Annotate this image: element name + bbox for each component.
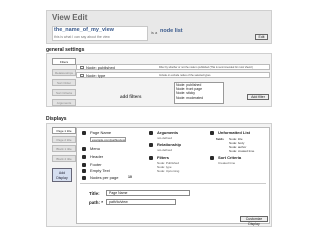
general-settings-panel (46, 53, 272, 107)
filter-hint: Include or exclude nodes of the selected… (159, 74, 212, 77)
tab-filters[interactable]: Filters (52, 58, 76, 65)
title-input[interactable]: Page Name (106, 190, 190, 196)
header-label: Header (90, 154, 104, 159)
divider (80, 183, 266, 184)
view-description: this is what I can say about the view (54, 35, 110, 39)
filter-hint: Filter by whether or not the node is pub… (159, 66, 253, 69)
page-title: View Edit (52, 13, 88, 22)
sort-title: Sort Criteria (218, 155, 242, 160)
footer-item[interactable]: Footer (82, 162, 102, 167)
filter-label: Node: published (86, 65, 115, 70)
relationship-icon (149, 142, 153, 147)
tab-block-2[interactable]: Block 2 title (52, 155, 76, 162)
edit-button[interactable]: Edit (255, 34, 268, 40)
relationship-value: not-defined (157, 148, 173, 152)
sort-icon (210, 155, 214, 160)
filter-row[interactable]: Node: published Filter by whether or not… (76, 64, 270, 70)
unformatted-title: Unformatted List (218, 130, 250, 135)
argument-icon (149, 130, 153, 135)
filter-icon (149, 155, 153, 160)
view-type[interactable]: node list (160, 28, 183, 34)
unformatted-list-header[interactable]: Unformatted List (210, 130, 250, 135)
path-input[interactable]: path/to/view (106, 199, 176, 205)
list-icon (82, 175, 86, 180)
page-name-item[interactable]: Page Name (82, 130, 111, 135)
title-label: Title: (89, 191, 100, 196)
nodes-per-page-label: Nodes per page (90, 175, 119, 180)
filters-header[interactable]: Filters (149, 155, 169, 160)
add-filter-button[interactable]: Add filter (247, 94, 269, 100)
nodes-per-page-item[interactable]: Nodes per page (82, 175, 118, 180)
customize-display-button[interactable]: Customize Display (240, 216, 268, 226)
add-filters-label: add filters (120, 94, 142, 99)
empty-text-item[interactable]: Empty Text (82, 168, 110, 173)
checkbox-icon[interactable] (80, 73, 84, 78)
filters-title: Filters (157, 155, 170, 160)
page-url[interactable]: example.com/pathtoview (90, 137, 126, 142)
arguments-value: not-defined (157, 136, 173, 140)
relationship-header[interactable]: Relationship (149, 142, 181, 147)
filter-select-list[interactable]: Node: published Node: front page Node: s… (174, 82, 224, 104)
tab-page-2[interactable]: Page 2 title (52, 136, 76, 143)
footer-icon (82, 162, 86, 167)
arguments-header[interactable]: Arguments (149, 130, 178, 135)
header-icon (82, 154, 86, 159)
relationship-title: Relationship (157, 142, 182, 147)
tab-page-1[interactable]: Page 1 title (52, 127, 76, 134)
arguments-title: Arguments (157, 130, 179, 135)
page-name: Page Name (90, 130, 112, 135)
page-icon (82, 130, 86, 135)
checkbox-icon[interactable] (80, 65, 84, 70)
field-value: Node: created time (229, 149, 255, 153)
view-edit-page: View Edit the_name_of_my_view this is wh… (0, 0, 320, 240)
view-name[interactable]: the_name_of_my_view (54, 27, 114, 33)
sort-value: Created time (218, 161, 236, 165)
menu-label: Menu (90, 146, 101, 151)
menu-item[interactable]: Menu (82, 146, 100, 151)
tab-sort-criteria[interactable]: Sort Criteria (52, 89, 76, 96)
empty-text-label: Empty Text (90, 168, 110, 173)
add-display-button[interactable]: Add Display (52, 168, 72, 182)
list-icon (210, 130, 214, 135)
displays-label: Displays (46, 116, 67, 122)
menu-icon (82, 146, 86, 151)
filter-value: Node: Upcoming (157, 169, 180, 173)
footer-label: Footer (90, 162, 102, 167)
tab-relationships[interactable]: Relationships (52, 69, 76, 76)
nodes-per-page-value[interactable]: 10 (128, 175, 132, 179)
tab-arguments[interactable]: Arguments (52, 99, 76, 106)
sort-criteria-header[interactable]: Sort Criteria (210, 155, 241, 160)
filter-option[interactable]: Node: moderated (175, 96, 223, 100)
filter-row[interactable]: Node: type Include or exclude nodes of t… (76, 72, 270, 78)
fields-label: fields (216, 137, 224, 141)
filter-label: Node: type (86, 73, 106, 78)
text-icon (82, 168, 86, 173)
tab-block-1[interactable]: Block 1 title (52, 145, 76, 152)
is-a-label: is a (151, 30, 158, 35)
path-label: path: * (89, 200, 103, 205)
tab-sort-order[interactable]: Sort Order (52, 79, 76, 86)
header-item[interactable]: Header (82, 154, 103, 159)
